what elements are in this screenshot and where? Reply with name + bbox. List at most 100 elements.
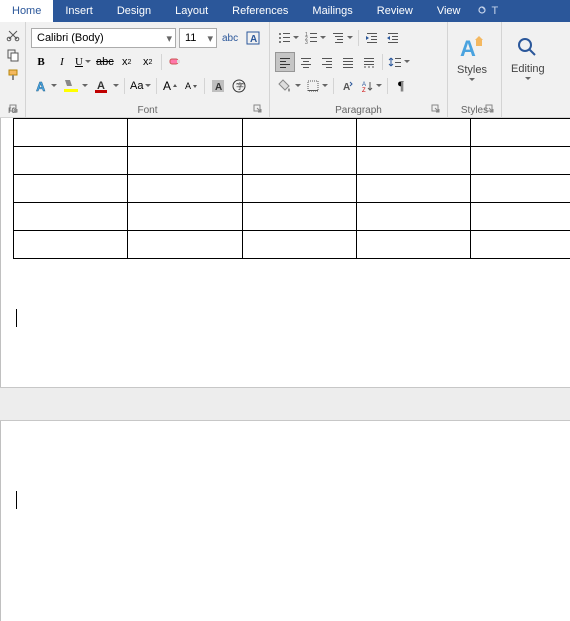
font-group-label: Font [29, 103, 266, 117]
tab-insert[interactable]: Insert [53, 0, 105, 22]
align-center-button[interactable] [296, 52, 316, 72]
align-right-button[interactable] [317, 52, 337, 72]
sort-button[interactable]: AZ [358, 76, 384, 96]
multilevel-list-button[interactable] [329, 28, 355, 48]
bullets-button[interactable] [275, 28, 301, 48]
text-effects-box[interactable]: A [243, 28, 263, 48]
text-effects-button[interactable]: A [31, 76, 59, 96]
separator [382, 54, 383, 70]
paragraph-group-label: Paragraph [273, 103, 444, 117]
bold-button[interactable]: B [31, 52, 51, 72]
increase-indent-button[interactable] [383, 28, 403, 48]
tab-references[interactable]: References [220, 0, 300, 22]
table-row[interactable] [14, 175, 570, 203]
character-shading-button[interactable]: A [208, 76, 228, 96]
shrink-font-button[interactable]: A [181, 76, 201, 96]
separator [333, 78, 334, 94]
page-gap [0, 387, 570, 421]
borders-button[interactable] [304, 76, 330, 96]
separator [204, 78, 205, 94]
cut-button[interactable] [4, 26, 22, 44]
justify-button[interactable] [338, 52, 358, 72]
asian-layout-button[interactable]: A [337, 76, 357, 96]
svg-text:Z: Z [362, 88, 366, 93]
find-icon [515, 35, 541, 61]
styles-label: Styles [457, 64, 487, 76]
group-font: Calibri (Body) ▾ 11 ▾ abc A B I U abc x2… [26, 22, 270, 117]
font-name-value: Calibri (Body) [37, 32, 104, 44]
editing-group-label [505, 103, 555, 117]
change-case-button[interactable]: abc [220, 28, 240, 48]
styles-button[interactable]: A Styles [451, 24, 493, 90]
superscript-button[interactable]: x2 [138, 52, 158, 72]
svg-text:A: A [343, 82, 350, 93]
font-size-combo[interactable]: 11 ▾ [179, 28, 217, 48]
table-row[interactable] [14, 119, 570, 147]
font-size-value: 11 [185, 32, 196, 44]
chevron-down-icon [525, 77, 531, 80]
enclose-characters-button[interactable]: 字 [229, 76, 249, 96]
svg-text:A: A [36, 79, 46, 94]
styles-group-label: Styles [451, 103, 498, 117]
document-table[interactable] [13, 118, 570, 259]
decrease-indent-button[interactable] [362, 28, 382, 48]
separator [387, 78, 388, 94]
strikethrough-button[interactable]: abc [94, 52, 116, 72]
svg-text:A: A [250, 34, 257, 45]
clipboard-dialog-launcher[interactable] [9, 104, 21, 116]
chevron-down-icon: ▾ [207, 32, 213, 45]
svg-text:3: 3 [305, 40, 308, 45]
tab-home[interactable]: Home [0, 0, 53, 22]
align-left-button[interactable] [275, 52, 295, 72]
font-color-button[interactable]: A [91, 76, 121, 96]
font-dialog-launcher[interactable] [253, 104, 265, 116]
group-paragraph: 123 A AZ ¶ [270, 22, 448, 117]
font-name-combo[interactable]: Calibri (Body) ▾ [31, 28, 176, 48]
format-painter-button[interactable] [4, 66, 22, 84]
tab-mailings[interactable]: Mailings [300, 0, 364, 22]
ribbon: rd Calibri (Body) ▾ 11 ▾ abc A [0, 22, 570, 118]
clipboard-label: rd [3, 103, 22, 117]
document-area[interactable] [0, 118, 570, 621]
paragraph-mark [9, 491, 17, 509]
svg-text:A: A [215, 82, 222, 93]
group-styles: A Styles Styles [448, 22, 502, 117]
styles-icon: A [457, 34, 487, 62]
svg-text:字: 字 [236, 81, 244, 91]
grow-font-button[interactable]: A [160, 76, 180, 96]
table-row[interactable] [14, 231, 570, 259]
editing-button[interactable]: Editing [505, 24, 551, 90]
separator [156, 78, 157, 94]
document-page-1 [0, 118, 570, 387]
clear-formatting-button[interactable] [165, 52, 185, 72]
distributed-button[interactable] [359, 52, 379, 72]
underline-button[interactable]: U [73, 52, 93, 72]
table-row[interactable] [14, 203, 570, 231]
chevron-down-icon [469, 78, 475, 81]
tab-design[interactable]: Design [105, 0, 163, 22]
shading-button[interactable] [275, 76, 303, 96]
svg-text:A: A [460, 36, 476, 61]
show-hide-button[interactable]: ¶ [391, 76, 411, 96]
subscript-button[interactable]: x2 [117, 52, 137, 72]
separator [358, 30, 359, 46]
numbering-button[interactable]: 123 [302, 28, 328, 48]
tell-me-label: T [492, 5, 499, 17]
highlight-button[interactable] [60, 76, 90, 96]
copy-button[interactable] [4, 46, 22, 64]
group-clipboard: rd [0, 22, 26, 117]
document-page-2[interactable] [0, 421, 570, 621]
italic-button[interactable]: I [52, 52, 72, 72]
separator [124, 78, 125, 94]
tell-me[interactable]: T [473, 0, 503, 22]
change-case-aa-button[interactable]: Aa [128, 76, 153, 96]
paragraph-dialog-launcher[interactable] [431, 104, 443, 116]
table-row[interactable] [14, 147, 570, 175]
tab-layout[interactable]: Layout [163, 0, 220, 22]
line-spacing-button[interactable] [386, 52, 412, 72]
tab-view[interactable]: View [425, 0, 473, 22]
styles-dialog-launcher[interactable] [485, 104, 497, 116]
separator [161, 54, 162, 70]
tab-review[interactable]: Review [365, 0, 425, 22]
editing-label: Editing [511, 63, 545, 75]
